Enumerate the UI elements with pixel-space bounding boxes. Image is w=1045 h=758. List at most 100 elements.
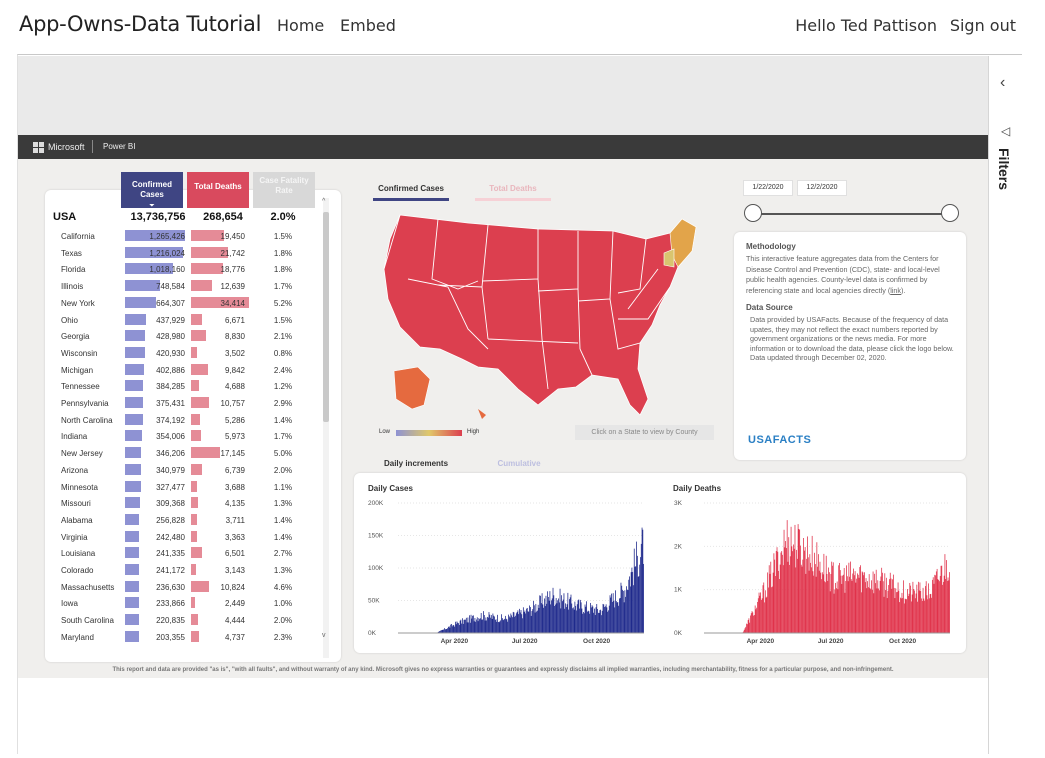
date-slider-end-handle[interactable]: [941, 204, 959, 222]
bar: [754, 605, 756, 633]
bar: [843, 568, 845, 633]
signout-link[interactable]: Sign out: [950, 16, 1016, 35]
app-title[interactable]: App-Owns-Data Tutorial: [19, 12, 261, 36]
bar: [933, 583, 935, 633]
table-row[interactable]: California 1,265,426 19,450 1.5%: [45, 228, 335, 245]
bar: [793, 548, 795, 633]
table-row[interactable]: North Carolina 374,192 5,286 1.4%: [45, 412, 335, 429]
table-row[interactable]: Pennsylvania 375,431 10,757 2.9%: [45, 395, 335, 412]
filters-label[interactable]: Filters: [996, 148, 1012, 190]
confirmed-header[interactable]: Confirmed Cases ⏷: [121, 172, 183, 209]
bar: [501, 614, 502, 633]
rate-value: 2.1%: [273, 332, 293, 342]
table-row[interactable]: Missouri 309,368 4,135 1.3%: [45, 495, 335, 512]
table-row[interactable]: Louisiana 241,335 6,501 2.7%: [45, 545, 335, 562]
state-name: Georgia: [61, 332, 90, 342]
rate-value: 2.9%: [273, 399, 293, 408]
bar: [579, 608, 580, 633]
daily-cases-chart[interactable]: 200K 150K 100K 50K 0K Apr 2020 Jul 2020 Oct 202…: [354, 493, 654, 653]
table-row[interactable]: Massachusetts 236,630 10,824 4.6%: [45, 579, 335, 596]
rate-header[interactable]: Case Fatality Rate: [253, 172, 315, 208]
deaths-value: 3,711: [225, 515, 245, 525]
methodology-text: This interactive feature aggregates data…: [746, 254, 940, 295]
bar: [583, 613, 585, 633]
deaths-value: 5,973: [224, 432, 245, 442]
bar: [883, 596, 885, 633]
bar: [780, 552, 782, 633]
x-tick-label: Oct 2020: [583, 638, 610, 645]
chevron-left-icon[interactable]: ‹: [1000, 74, 1005, 92]
bar: [561, 595, 562, 633]
bar: [810, 567, 812, 633]
bar: [865, 578, 867, 633]
table-row[interactable]: Tennessee 384,285 4,688 1.2%: [45, 378, 335, 395]
bar: [626, 586, 627, 633]
tab-total-deaths[interactable]: Total Deaths: [475, 184, 551, 201]
daily-deaths-chart[interactable]: 3K 2K 1K 0K Apr 2020 Jul 2020 Oct 2020: [660, 493, 960, 653]
table-row[interactable]: Wisconsin 420,930 3,502 0.8%: [45, 345, 335, 362]
table-row[interactable]: Illinois 748,584 12,639 1.7%: [45, 278, 335, 295]
date-slider-start-handle[interactable]: [744, 204, 762, 222]
table-row[interactable]: Iowa 233,866 2,449 1.0%: [45, 595, 335, 612]
bar: [615, 601, 617, 633]
deaths-header[interactable]: Total Deaths: [187, 172, 249, 208]
table-row[interactable]: Florida 1,018,160 18,776 1.8%: [45, 261, 335, 278]
table-scrollbar[interactable]: ^ v: [322, 198, 329, 658]
bar: [535, 603, 537, 633]
state-rows[interactable]: California 1,265,426 19,450 1.5% Texas 1,216,…: [45, 228, 341, 648]
bar: [814, 552, 815, 633]
methodology-link[interactable]: link: [890, 286, 901, 295]
bar: [745, 626, 747, 633]
bar: [881, 567, 883, 633]
bar: [804, 547, 806, 633]
us-choropleth-map[interactable]: [378, 209, 718, 424]
table-row[interactable]: Colorado 241,172 3,143 1.3%: [45, 562, 335, 579]
bar: [925, 586, 926, 633]
bar: [907, 589, 908, 633]
bar: [462, 623, 464, 633]
table-row[interactable]: Indiana 354,006 5,973 1.7%: [45, 428, 335, 445]
table-row[interactable]: Texas 1,216,024 21,742 1.8%: [45, 245, 335, 262]
scrollbar-thumb[interactable]: [323, 212, 329, 422]
table-row[interactable]: South Carolina 220,835 4,444 2.0%: [45, 612, 335, 629]
bar: [871, 580, 872, 633]
bar: [902, 598, 904, 633]
bar: [835, 582, 836, 633]
nav-home-link[interactable]: Home: [277, 16, 324, 35]
date-slider-track[interactable]: [753, 213, 957, 215]
table-row[interactable]: Georgia 428,980 8,830 2.1%: [45, 328, 335, 345]
bar: [496, 621, 498, 633]
table-row[interactable]: Ohio 437,929 6,671 1.5%: [45, 312, 335, 329]
table-row[interactable]: Maryland 203,355 4,737 2.3%: [45, 629, 335, 646]
table-row[interactable]: Alabama 256,828 3,711 1.4%: [45, 512, 335, 529]
bar: [562, 599, 564, 633]
bar: [605, 604, 607, 633]
bar: [855, 582, 857, 633]
end-date-input[interactable]: 12/2/2020: [797, 180, 847, 196]
bar: [838, 565, 840, 633]
bar: [585, 606, 587, 633]
tab-confirmed-cases[interactable]: Confirmed Cases: [373, 184, 449, 201]
county-hint[interactable]: Click on a State to view by County: [575, 425, 714, 440]
bar: [628, 579, 630, 633]
start-date-input[interactable]: 1/22/2020: [743, 180, 793, 196]
rate-value: 1.2%: [273, 382, 293, 392]
nav-embed-link[interactable]: Embed: [340, 16, 396, 35]
usafacts-logo[interactable]: USAFACTS: [748, 434, 811, 446]
bar: [443, 629, 445, 633]
table-row[interactable]: Michigan 402,886 9,842 2.4%: [45, 362, 335, 379]
bar: [775, 550, 777, 633]
bar: [541, 593, 543, 633]
bar: [904, 598, 906, 633]
table-row[interactable]: New Jersey 346,206 17,145 5.0%: [45, 445, 335, 462]
confirmed-value: 346,206: [156, 449, 185, 459]
table-row[interactable]: Minnesota 327,477 3,688 1.1%: [45, 479, 335, 496]
bar: [795, 567, 797, 633]
table-row[interactable]: Arizona 340,979 6,739 2.0%: [45, 462, 335, 479]
scroll-up-icon[interactable]: ^: [322, 198, 325, 205]
table-row[interactable]: New York 664,307 34,414 5.2%: [45, 295, 335, 312]
scroll-down-icon[interactable]: v: [322, 632, 326, 639]
bar: [768, 587, 769, 633]
bar: [446, 629, 448, 633]
table-row[interactable]: Virginia 242,480 3,363 1.4%: [45, 529, 335, 546]
